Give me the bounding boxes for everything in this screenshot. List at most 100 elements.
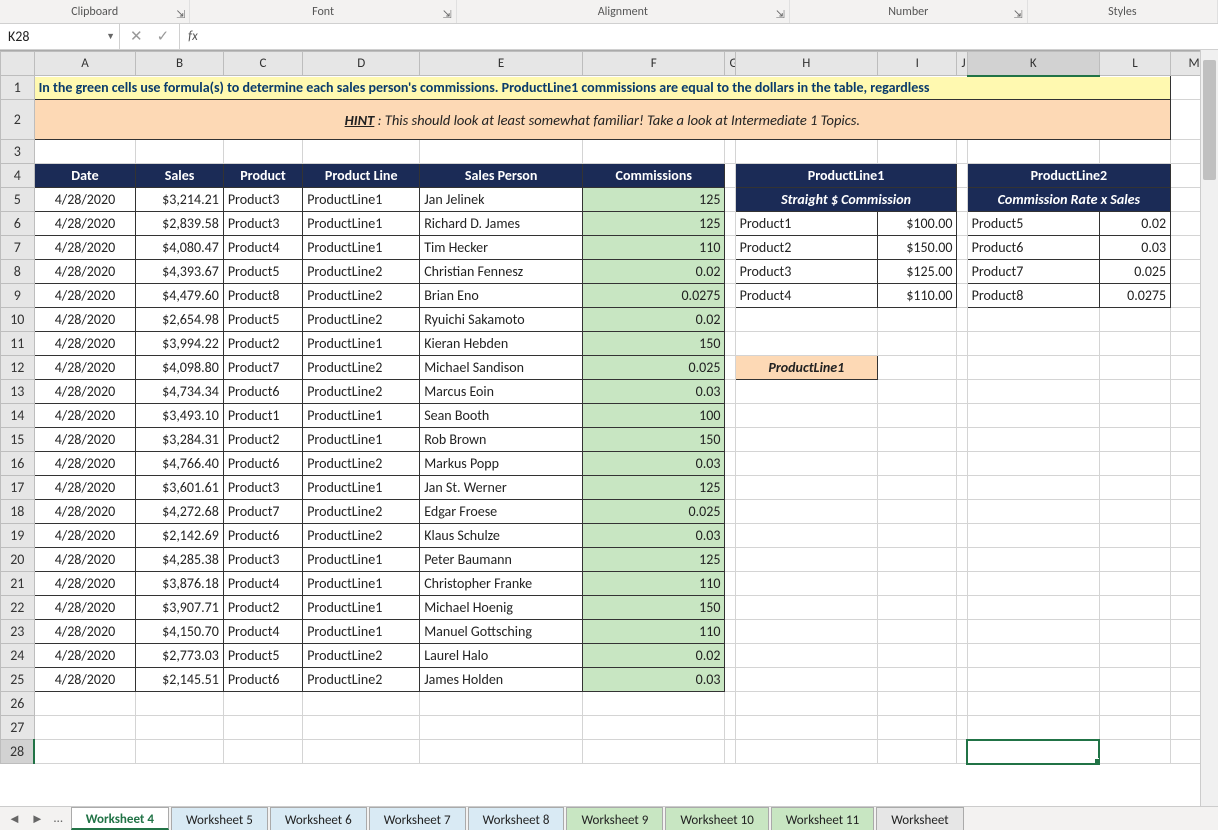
cell-C25[interactable]: Product6 — [223, 668, 302, 692]
cell-H24[interactable] — [735, 644, 877, 668]
cell-G14[interactable] — [725, 404, 735, 428]
cell-D15[interactable]: ProductLine1 — [303, 428, 420, 452]
cell-H25[interactable] — [735, 668, 877, 692]
cell-L18[interactable] — [1099, 500, 1170, 524]
row-header-25[interactable]: 25 — [1, 668, 35, 692]
cell-L3[interactable] — [1099, 140, 1170, 164]
cell-A17[interactable]: 4/28/2020 — [34, 476, 136, 500]
sheet-tab-worksheet[interactable]: Worksheet — [876, 807, 963, 830]
cell-A24[interactable]: 4/28/2020 — [34, 644, 136, 668]
row-header-14[interactable]: 14 — [1, 404, 35, 428]
cell-B12[interactable]: $4,098.80 — [136, 356, 224, 380]
cell-G8[interactable] — [725, 260, 735, 284]
cell-E11[interactable]: Kieran Hebden — [420, 332, 583, 356]
cell-C7[interactable]: Product4 — [223, 236, 302, 260]
cell-D13[interactable]: ProductLine2 — [303, 380, 420, 404]
cell-E20[interactable]: Peter Baumann — [420, 548, 583, 572]
row-header-16[interactable]: 16 — [1, 452, 35, 476]
cell-B25[interactable]: $2,145.51 — [136, 668, 224, 692]
cell-J19[interactable] — [957, 524, 967, 548]
cell-G24[interactable] — [725, 644, 735, 668]
cell-J15[interactable] — [957, 428, 967, 452]
cell-D5[interactable]: ProductLine1 — [303, 188, 420, 212]
formula-input[interactable] — [206, 24, 1218, 49]
cell-K13[interactable] — [967, 380, 1099, 404]
cell-L21[interactable] — [1099, 572, 1170, 596]
cell-G15[interactable] — [725, 428, 735, 452]
cell-C11[interactable]: Product2 — [223, 332, 302, 356]
cell-H14[interactable] — [735, 404, 877, 428]
cell-B14[interactable]: $3,493.10 — [136, 404, 224, 428]
cell-I22[interactable] — [878, 596, 957, 620]
col-header-L[interactable]: L — [1099, 52, 1170, 76]
cell-I13[interactable] — [878, 380, 957, 404]
cell-I28[interactable] — [878, 740, 957, 764]
sheet-tab-worksheet-8[interactable]: Worksheet 8 — [468, 807, 565, 830]
cell-F16[interactable]: 0.03 — [583, 452, 725, 476]
cell-I23[interactable] — [878, 620, 957, 644]
cell-C14[interactable]: Product1 — [223, 404, 302, 428]
row-header-12[interactable]: 12 — [1, 356, 35, 380]
cell-J9[interactable] — [957, 284, 967, 308]
cell-L16[interactable] — [1099, 452, 1170, 476]
cell-D11[interactable]: ProductLine1 — [303, 332, 420, 356]
cell-J24[interactable] — [957, 644, 967, 668]
cell-B21[interactable]: $3,876.18 — [136, 572, 224, 596]
cell-F8[interactable]: 0.02 — [583, 260, 725, 284]
cell-G13[interactable] — [725, 380, 735, 404]
cell-D10[interactable]: ProductLine2 — [303, 308, 420, 332]
cell-F10[interactable]: 0.02 — [583, 308, 725, 332]
col-header-date[interactable]: Date — [34, 164, 136, 188]
cell-E26[interactable] — [420, 692, 583, 716]
cell-E8[interactable]: Christian Fennesz — [420, 260, 583, 284]
col-header-J[interactable]: J — [957, 52, 967, 76]
cell-F28[interactable] — [583, 740, 725, 764]
cell-J27[interactable] — [957, 716, 967, 740]
cell-E15[interactable]: Rob Brown — [420, 428, 583, 452]
cell-D8[interactable]: ProductLine2 — [303, 260, 420, 284]
tab-prev-icon[interactable]: ◄ — [8, 811, 21, 827]
cell-H10[interactable] — [735, 308, 877, 332]
cell-G7[interactable] — [725, 236, 735, 260]
sheet-tab-worksheet-10[interactable]: Worksheet 10 — [665, 807, 768, 830]
cell-I27[interactable] — [878, 716, 957, 740]
cell-L14[interactable] — [1099, 404, 1170, 428]
cell-A23[interactable]: 4/28/2020 — [34, 620, 136, 644]
cell-E13[interactable]: Marcus Eoin — [420, 380, 583, 404]
cell-H28[interactable] — [735, 740, 877, 764]
select-all-corner[interactable] — [1, 52, 35, 76]
cell-I8[interactable]: $125.00 — [878, 260, 957, 284]
cell-J17[interactable] — [957, 476, 967, 500]
cell-C15[interactable]: Product2 — [223, 428, 302, 452]
vertical-scrollbar[interactable] — [1200, 50, 1218, 806]
sheet-tab-worksheet-11[interactable]: Worksheet 11 — [771, 807, 874, 830]
cell-E5[interactable]: Jan Jelinek — [420, 188, 583, 212]
scroll-thumb[interactable] — [1203, 60, 1216, 180]
row-header-17[interactable]: 17 — [1, 476, 35, 500]
cell-D14[interactable]: ProductLine1 — [303, 404, 420, 428]
row-header-13[interactable]: 13 — [1, 380, 35, 404]
cell-G19[interactable] — [725, 524, 735, 548]
cell-I26[interactable] — [878, 692, 957, 716]
col-header-sales[interactable]: Sales — [136, 164, 224, 188]
sheet-tab-worksheet-9[interactable]: Worksheet 9 — [566, 807, 663, 830]
cell-J20[interactable] — [957, 548, 967, 572]
row-header-2[interactable]: 2 — [1, 100, 35, 140]
cell-J12[interactable] — [957, 356, 967, 380]
cell-H16[interactable] — [735, 452, 877, 476]
cell-C22[interactable]: Product2 — [223, 596, 302, 620]
cell-A27[interactable] — [34, 716, 136, 740]
col-header-sales-person[interactable]: Sales Person — [420, 164, 583, 188]
cell-C23[interactable]: Product4 — [223, 620, 302, 644]
cell-J10[interactable] — [957, 308, 967, 332]
cell-J8[interactable] — [957, 260, 967, 284]
cell-F15[interactable]: 150 — [583, 428, 725, 452]
pl1-tag-cell[interactable]: ProductLine1 — [735, 356, 877, 380]
tab-more-icon[interactable]: … — [54, 811, 63, 826]
cell-K6[interactable]: Product5 — [967, 212, 1099, 236]
cell-C3[interactable] — [223, 140, 302, 164]
launcher-icon[interactable]: ⇲ — [176, 8, 185, 21]
cell-J11[interactable] — [957, 332, 967, 356]
cell-D17[interactable]: ProductLine1 — [303, 476, 420, 500]
cell-A5[interactable]: 4/28/2020 — [34, 188, 136, 212]
